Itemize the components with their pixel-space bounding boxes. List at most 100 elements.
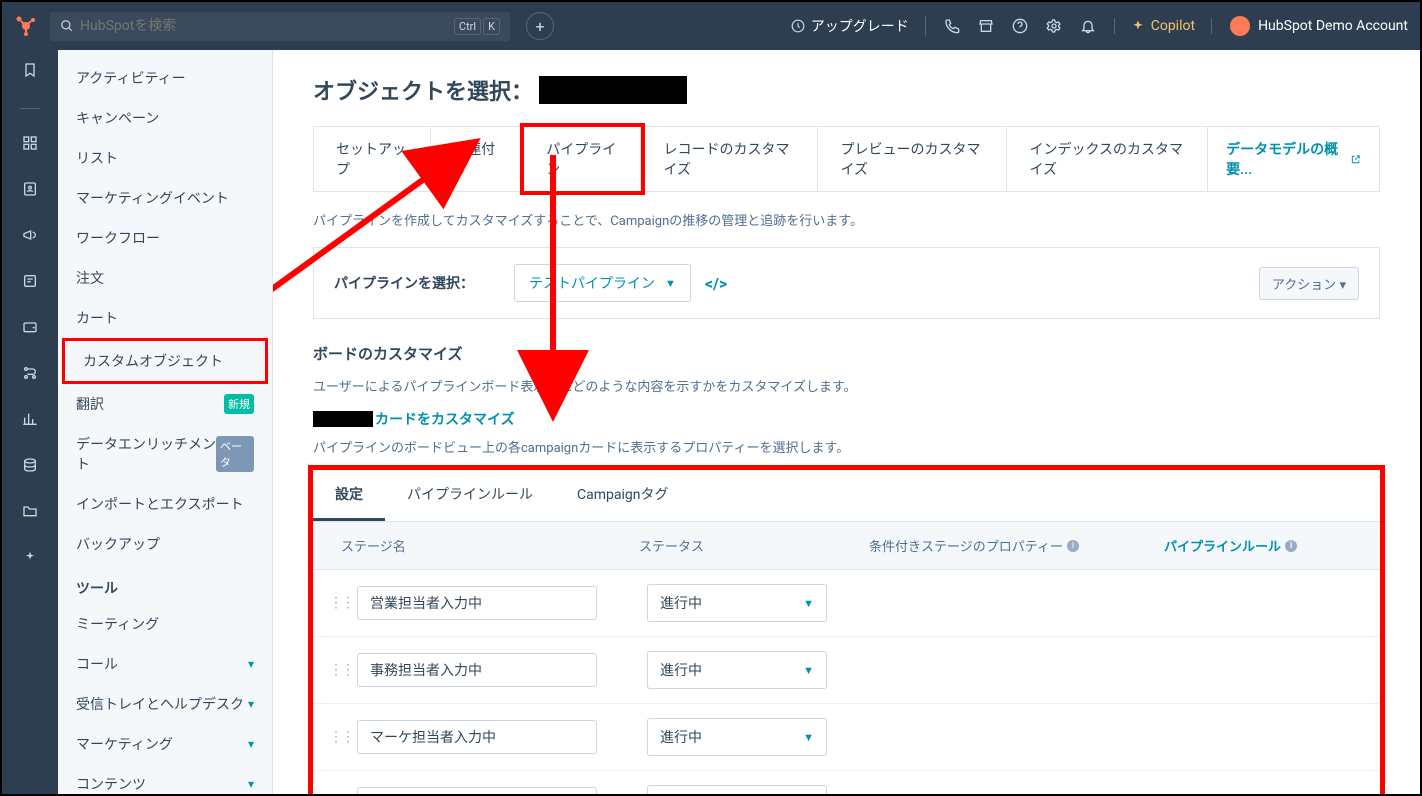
stage-status-select[interactable]: クローズ済み▼ — [647, 785, 827, 794]
sparkle-icon — [1131, 19, 1145, 33]
caret-down-icon: ▼ — [803, 597, 814, 610]
stage-table: 設定 パイプラインルール Campaignタグ ステージ名 ステータス 条件付き… — [313, 470, 1380, 794]
avatar — [1230, 16, 1250, 36]
stage-row: ⋮⋮ 進行中▼ — [313, 704, 1380, 771]
col-rules[interactable]: パイプラインルール i — [1164, 536, 1364, 555]
overview-link[interactable]: データモデルの概要... — [1208, 127, 1379, 191]
search-shortcut: CtrlK — [454, 18, 500, 35]
rail-grid-icon[interactable] — [22, 135, 38, 155]
rail-folder-icon[interactable] — [22, 503, 38, 523]
action-button[interactable]: アクション ▾ — [1259, 267, 1359, 300]
drag-handle-icon[interactable]: ⋮⋮ — [329, 662, 349, 678]
rail-bookmark-icon[interactable] — [22, 62, 38, 82]
search-input[interactable] — [80, 18, 454, 34]
code-icon[interactable]: </> — [705, 274, 727, 293]
stage-row: ⋮⋮ 進行中▼ — [313, 637, 1380, 704]
stage-name-input[interactable] — [357, 787, 597, 794]
icon-rail — [2, 50, 58, 794]
pipeline-description: パイプラインを作成してカスタマイズすることで、Campaignの推移の管理と追跡… — [313, 210, 1380, 229]
sidebar-tool-item[interactable]: 受信トレイとヘルプデスク▾ — [58, 684, 272, 724]
board-customize-desc: ユーザーによるパイプラインボード表示時にどのような内容を示すかをカスタマイズしま… — [313, 376, 1380, 395]
search-input-container[interactable]: CtrlK — [50, 12, 510, 41]
rail-sparkle-icon[interactable] — [22, 549, 38, 569]
redacted-block — [313, 411, 373, 427]
info-icon[interactable]: i — [1285, 540, 1297, 552]
caret-down-icon: ▼ — [665, 277, 676, 290]
sidebar-item[interactable]: 翻訳新規 — [58, 384, 272, 424]
inner-tab-rules[interactable]: パイプラインルール — [385, 470, 555, 521]
add-button[interactable]: + — [526, 12, 554, 40]
caret-down-icon: ▼ — [803, 664, 814, 677]
rail-content-icon[interactable] — [22, 273, 38, 293]
inner-tab-settings[interactable]: 設定 — [313, 470, 385, 521]
main: オブジェクトを選択： セットアップ 関連付け パイプライン レコードのカスタマイ… — [273, 50, 1420, 794]
sidebar-tool-item[interactable]: マーケティング▾ — [58, 724, 272, 764]
stage-name-input[interactable] — [357, 720, 597, 754]
sidebar-item[interactable]: ワークフロー — [58, 218, 272, 258]
redacted-block — [539, 76, 687, 104]
account-menu[interactable]: HubSpot Demo Account — [1230, 16, 1408, 36]
sidebar-item[interactable]: データエンリッチメントベータ — [58, 424, 272, 484]
hubspot-logo-icon[interactable] — [14, 14, 38, 38]
tab-index-customize[interactable]: インデックスのカスタマイズ — [1007, 127, 1208, 191]
external-link-icon — [1350, 153, 1361, 166]
sidebar-item[interactable]: インポートとエクスポート — [58, 484, 272, 524]
help-icon[interactable] — [1012, 18, 1028, 34]
stage-status-select[interactable]: 進行中▼ — [647, 651, 827, 689]
inner-tabs: 設定 パイプラインルール Campaignタグ — [313, 470, 1380, 522]
grid-header: ステージ名 ステータス 条件付きステージのプロパティー i パイプラインルール … — [313, 522, 1380, 570]
sidebar-item[interactable]: バックアップ — [58, 524, 272, 564]
tab-association[interactable]: 関連付け — [431, 127, 524, 191]
sidebar-heading-tools: ツール — [58, 564, 272, 604]
upgrade-button[interactable]: アップグレード — [791, 16, 926, 36]
sidebar-item[interactable]: アクティビティー — [58, 58, 272, 98]
stage-status-select[interactable]: 進行中▼ — [647, 584, 827, 622]
marketplace-icon[interactable] — [978, 18, 994, 34]
stage-row: ⋮⋮ 進行中▼ — [313, 570, 1380, 637]
upgrade-icon — [791, 19, 805, 33]
rail-wallet-icon[interactable] — [22, 319, 38, 339]
inner-tab-tags[interactable]: Campaignタグ — [555, 470, 690, 521]
tab-record-customize[interactable]: レコードのカスタマイズ — [641, 127, 818, 191]
col-conditional-prop: 条件付きステージのプロパティー i — [869, 536, 1164, 555]
pipeline-select[interactable]: テストパイプライン ▼ — [514, 264, 691, 302]
sidebar-item[interactable]: マーケティングイベント — [58, 178, 272, 218]
page-title: オブジェクトを選択： — [313, 74, 1380, 106]
sidebar-item[interactable]: リスト — [58, 138, 272, 178]
sidebar-tool-item[interactable]: コール▾ — [58, 644, 272, 684]
sidebar-item[interactable]: カート — [58, 298, 272, 338]
drag-handle-icon[interactable]: ⋮⋮ — [329, 595, 349, 611]
stage-status-select[interactable]: 進行中▼ — [647, 718, 827, 756]
col-status: ステータス — [639, 536, 869, 555]
settings-icon[interactable] — [1046, 18, 1062, 34]
notification-icon[interactable] — [1080, 18, 1096, 34]
chevron-down-icon: ▾ — [248, 737, 254, 751]
search-icon — [60, 19, 74, 33]
tab-setup[interactable]: セットアップ — [314, 127, 431, 191]
info-icon[interactable]: i — [1067, 540, 1079, 552]
chevron-down-icon: ▾ — [248, 697, 254, 711]
drag-handle-icon[interactable]: ⋮⋮ — [329, 729, 349, 745]
topbar: CtrlK + アップグレード Copilot HubSpot Demo Acc… — [2, 2, 1420, 50]
rail-data-icon[interactable] — [22, 457, 38, 477]
stage-name-input[interactable] — [357, 653, 597, 687]
sidebar-item[interactable]: 注文 — [58, 258, 272, 298]
sidebar-tool-item[interactable]: ミーティング — [58, 604, 272, 644]
tabs-row: セットアップ 関連付け パイプライン レコードのカスタマイズ プレビューのカスタ… — [313, 126, 1380, 192]
sidebar: アクティビティー キャンペーン リスト マーケティングイベント ワークフロー 注… — [58, 50, 273, 794]
rail-reports-icon[interactable] — [22, 411, 38, 431]
rail-automation-icon[interactable] — [22, 365, 38, 385]
stage-row: ⋮⋮ クローズ済み▼ — [313, 771, 1380, 794]
rail-contacts-icon[interactable] — [22, 181, 38, 201]
copilot-button[interactable]: Copilot — [1114, 18, 1212, 34]
phone-icon[interactable] — [944, 18, 960, 34]
sidebar-item[interactable]: キャンペーン — [58, 98, 272, 138]
sidebar-item-custom-object[interactable]: カスタムオブジェクト — [62, 338, 268, 384]
caret-down-icon: ▼ — [803, 731, 814, 744]
card-customize-link[interactable]: カードをカスタマイズ — [313, 409, 1380, 429]
tab-preview-customize[interactable]: プレビューのカスタマイズ — [818, 127, 1007, 191]
sidebar-tool-item[interactable]: コンテンツ▾ — [58, 764, 272, 794]
stage-name-input[interactable] — [357, 586, 597, 620]
tab-pipeline[interactable]: パイプライン — [524, 127, 641, 191]
rail-megaphone-icon[interactable] — [22, 227, 38, 247]
